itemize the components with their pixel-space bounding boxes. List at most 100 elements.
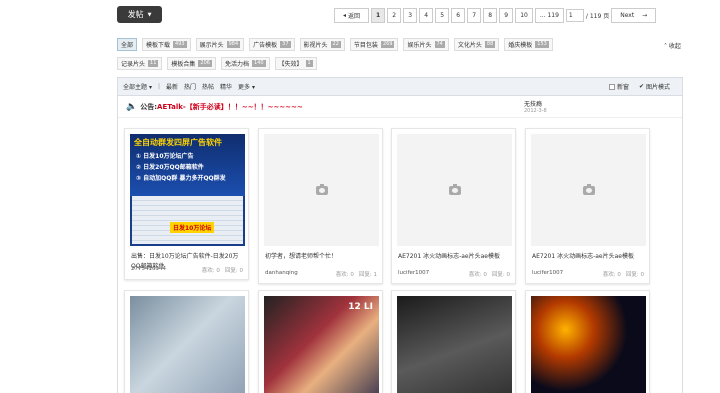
category-item[interactable]: 模板下载 493	[142, 38, 191, 51]
page-input[interactable]: 1	[565, 9, 584, 22]
view-options: 新窗 ✔ 图片模式	[608, 82, 682, 91]
category-label: 免活力档	[224, 61, 249, 68]
thread-author[interactable]: 2775416944	[131, 266, 166, 274]
thread-card[interactable]: 12 LI	[258, 290, 383, 393]
thread-author[interactable]: lucifer1007	[532, 270, 563, 278]
ad-headline: 全自动群发四屏广告软件	[134, 138, 222, 147]
thread-card[interactable]	[391, 290, 516, 393]
category-all[interactable]: 全部	[117, 38, 138, 51]
thread-thumbnail[interactable]: 12 LI	[264, 296, 379, 393]
reply-count: 回复: 0	[224, 268, 243, 274]
category-item[interactable]: 广告模板 37	[249, 38, 295, 51]
category-item[interactable]: 模板合集 206	[167, 57, 216, 70]
thread-title[interactable]: AE7201 冰火动画标志-ae片头ae模板	[398, 252, 512, 262]
category-count: 11	[148, 60, 159, 67]
page-10[interactable]: 10	[515, 8, 533, 23]
category-item[interactable]: 记录片头 11	[117, 57, 163, 70]
thread-stats: 喜欢: 0 回复: 0	[202, 266, 243, 274]
filter-all-topics[interactable]: 全部主题 ▾	[123, 82, 152, 91]
announcement-row[interactable]: 🔈 公告: AETalk-【新手必读】！！~~！！~~~~~~ 无技瘾 2012…	[118, 96, 682, 118]
thread-image	[531, 296, 646, 393]
thread-stats: 喜欢: 0 回复: 0	[469, 270, 510, 278]
page-last[interactable]: ... 119	[534, 8, 564, 23]
thread-image: 12 LI	[264, 296, 379, 393]
page-2[interactable]: 2	[387, 8, 402, 23]
next-button[interactable]: Next →	[611, 8, 657, 23]
filter-newest[interactable]: 最新	[166, 82, 178, 91]
page-1[interactable]: 1	[371, 8, 386, 23]
thread-card[interactable]	[525, 290, 650, 393]
category-count: 269	[380, 41, 395, 48]
category-label: 展示片头	[199, 42, 224, 49]
page-jump: 1 / 119 页	[565, 8, 610, 23]
thread-stats: 喜欢: 0 回复: 0	[603, 270, 644, 278]
page-6[interactable]: 6	[451, 8, 466, 23]
reply-count: 回复: 1	[358, 272, 377, 278]
category-item[interactable]: 婚庆模板 153	[504, 38, 553, 51]
category-item[interactable]: 免活力档 140	[220, 57, 270, 70]
thread-title[interactable]: 初学者，想请老师帮个忙！	[265, 252, 379, 262]
page-4[interactable]: 4	[419, 8, 434, 23]
page-7[interactable]: 7	[467, 8, 482, 23]
page-9[interactable]: 9	[499, 8, 514, 23]
thread-author[interactable]: danhanqing	[265, 270, 298, 278]
ad-line: ② 日发20万QQ邮箱软件	[136, 164, 204, 171]
thread-card[interactable]: AE7201 冰火动画标志-ae片头ae模板 lucifer1007 喜欢: 0…	[391, 128, 516, 284]
reply-count: 回复: 0	[491, 272, 510, 278]
back-label: 返回	[347, 13, 360, 20]
thread-thumbnail[interactable]	[531, 134, 646, 246]
thread-card[interactable]: 初学者，想请老师帮个忙！ danhanqing 喜欢: 0 回复: 1	[258, 128, 383, 284]
thread-footer: lucifer1007 喜欢: 0 回复: 0	[532, 270, 644, 278]
back-button[interactable]: ◂ 返回	[334, 8, 369, 23]
category-item[interactable]: 文化片头 88	[453, 38, 500, 51]
image-caption: 12 LI	[348, 302, 373, 312]
category-item[interactable]: 节目包装 269	[349, 38, 399, 51]
ad-screenshot	[132, 196, 243, 244]
thread-thumbnail[interactable]	[130, 296, 245, 393]
thread-card[interactable]: 全自动群发四屏广告软件 ① 日发10万论坛广告 ② 日发20万QQ邮箱软件 ③ …	[124, 128, 249, 280]
page-5[interactable]: 5	[435, 8, 450, 23]
announcement-author[interactable]: 无技瘾	[524, 99, 547, 108]
like-count: 喜欢: 0	[335, 272, 354, 278]
like-count: 喜欢: 0	[602, 272, 621, 278]
post-button[interactable]: 发帖 ▼	[117, 6, 162, 23]
thread-footer: 2775416944 喜欢: 0 回复: 0	[131, 266, 243, 274]
camera-icon	[315, 183, 328, 195]
chevron-down-icon: ▼	[147, 11, 152, 18]
announcement-label: 公告:	[140, 102, 158, 111]
thread-author[interactable]: lucifer1007	[398, 270, 429, 278]
new-window-toggle[interactable]: 新窗	[608, 82, 629, 91]
ad-image: 全自动群发四屏广告软件 ① 日发10万论坛广告 ② 日发20万QQ邮箱软件 ③ …	[130, 134, 245, 246]
thread-thumbnail[interactable]: 全自动群发四屏广告软件 ① 日发10万论坛广告 ② 日发20万QQ邮箱软件 ③ …	[130, 134, 245, 246]
filter-hot[interactable]: 热门	[184, 82, 196, 91]
chevron-down-icon: ▾	[148, 84, 152, 91]
speaker-icon: 🔈	[126, 101, 138, 112]
filter-bar: 全部主题 ▾ | 最新 热门 热帖 精华 更多 ▾ 新窗 ✔ 图片模式	[118, 78, 682, 96]
image-mode-toggle[interactable]: ✔ 图片模式	[639, 82, 670, 91]
thread-card[interactable]: AE7201 冰火动画标志-ae片头ae模板 lucifer1007 喜欢: 0…	[525, 128, 650, 284]
category-label: 广告模板	[253, 42, 278, 49]
thread-thumbnail[interactable]	[397, 296, 512, 393]
announcement-title[interactable]: AETalk-【新手必读】！！~~！！~~~~~~	[157, 102, 303, 112]
category-item[interactable]: 影视片头 22	[299, 38, 345, 51]
thread-card[interactable]	[124, 290, 249, 393]
category-item[interactable]: 【失效】 1	[274, 57, 317, 70]
filter-digest[interactable]: 精华	[220, 82, 232, 91]
like-count: 喜欢: 0	[201, 268, 220, 274]
collapse-link[interactable]: ˄ 收起	[664, 41, 681, 50]
page-8[interactable]: 8	[483, 8, 498, 23]
filter-hot-threads[interactable]: 热帖	[202, 82, 214, 91]
like-count: 喜欢: 0	[468, 272, 487, 278]
category-label: 影视片头	[303, 42, 328, 49]
category-label: 模板合集	[171, 61, 196, 68]
category-item[interactable]: 展示片头 984	[195, 38, 245, 51]
thread-thumbnail[interactable]	[264, 134, 379, 246]
thread-thumbnail[interactable]	[531, 296, 646, 393]
camera-icon	[448, 183, 461, 195]
thread-title[interactable]: AE7201 冰火动画标志-ae片头ae模板	[532, 252, 646, 262]
category-label: 文化片头	[457, 42, 482, 49]
category-item[interactable]: 娱乐片头 74	[403, 38, 449, 51]
thread-thumbnail[interactable]	[397, 134, 512, 246]
page-3[interactable]: 3	[403, 8, 418, 23]
filter-more[interactable]: 更多 ▾	[238, 82, 255, 91]
